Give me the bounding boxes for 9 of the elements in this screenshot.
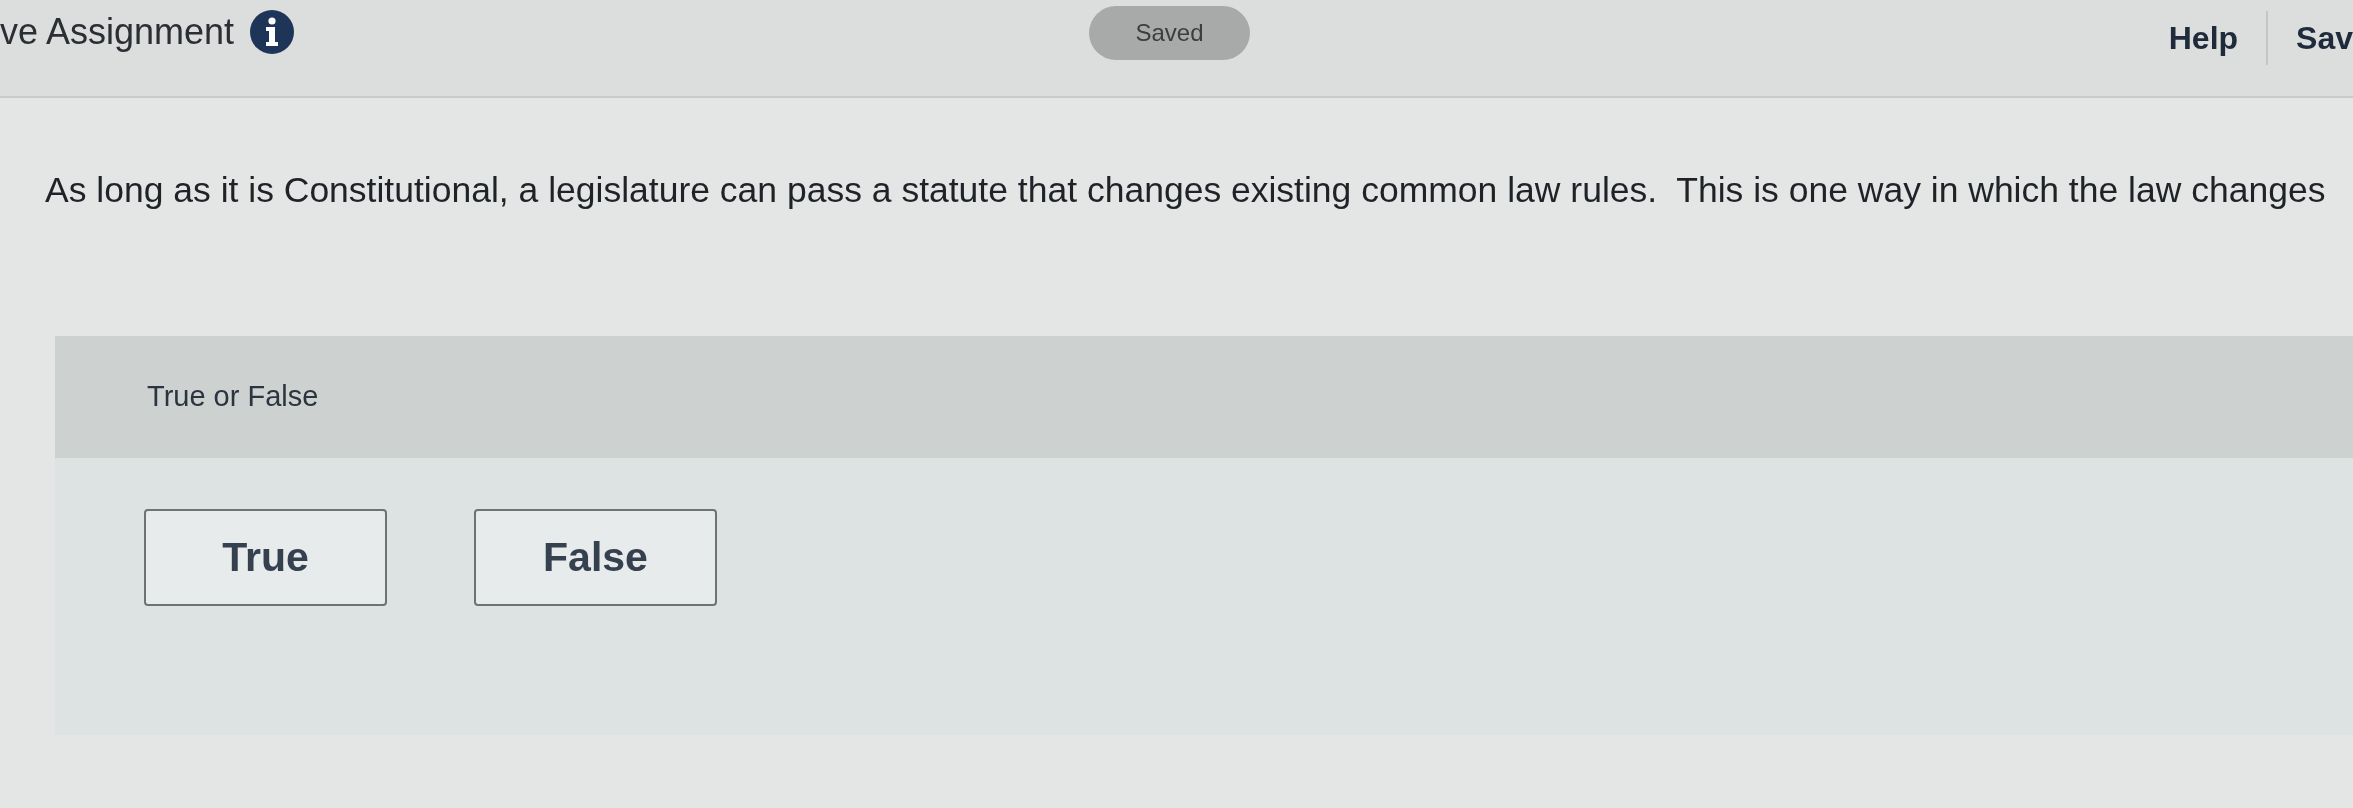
assignment-title: ve Assignment (0, 10, 235, 54)
answer-option[interactable]: False (474, 509, 717, 606)
question-type-label: True or False (147, 379, 319, 415)
answer-option[interactable]: True (144, 509, 387, 606)
info-icon[interactable] (250, 10, 295, 54)
question-text: As long as it is Constitutional, a legislature can pass a statute that changes existing common law rules. This is one way in which the law changes (45, 169, 2327, 212)
saved-status: Saved (1089, 6, 1250, 60)
header-link[interactable]: Sav (2296, 14, 2353, 62)
header-link[interactable]: Help (2168, 14, 2239, 62)
